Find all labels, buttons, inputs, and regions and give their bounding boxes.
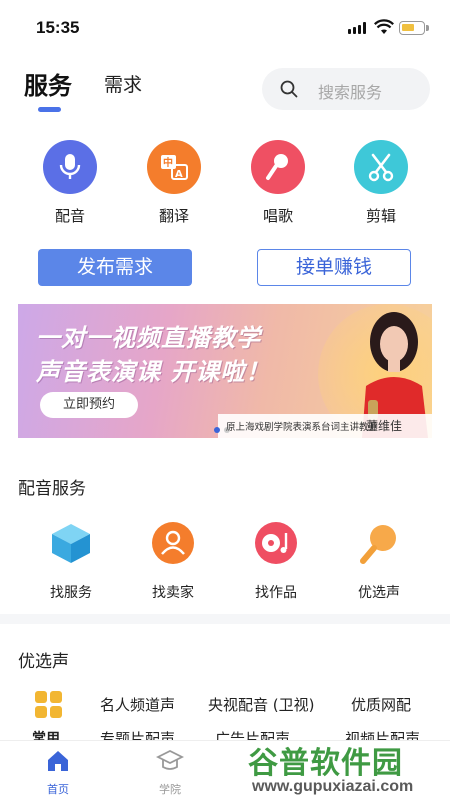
- banner-subheadline: 声音表演课 开课啦！: [36, 358, 271, 386]
- service-label: 找服务: [50, 585, 92, 601]
- banner-caption: 原上海戏剧学院表演系台词主讲教师: [226, 422, 379, 433]
- graduation-cap-icon: [155, 749, 185, 770]
- preferred-voice-title: 优选声: [18, 652, 69, 672]
- category-label: 配音: [54, 207, 85, 225]
- category-label: 唱歌: [262, 207, 293, 225]
- tab-demand[interactable]: 需求: [104, 70, 142, 97]
- service-label: 找作品: [255, 585, 297, 601]
- active-tab-indicator: [38, 107, 61, 112]
- voice-tab-cctv[interactable]: 央视配音 (卫视): [208, 694, 314, 715]
- watermark-url: www.gupuxiazai.com: [252, 778, 414, 795]
- dubbing-services-title: 配音服务: [18, 479, 86, 499]
- service-label: 优选声: [358, 585, 400, 601]
- book-now-button[interactable]: 立即预约: [40, 392, 138, 418]
- find-works-button[interactable]: 找作品: [231, 521, 321, 602]
- mic-icon: [360, 525, 396, 564]
- category-editing[interactable]: 剪辑: [341, 140, 421, 226]
- banner-headline: 一对一视频直播教学: [36, 324, 261, 352]
- home-icon: [48, 751, 68, 771]
- person-icon: [152, 522, 194, 564]
- karaoke-mic-icon: [251, 140, 305, 194]
- search-input[interactable]: 搜索服务: [262, 68, 430, 110]
- voice-tab-documentary[interactable]: 专题片配声: [100, 731, 175, 740]
- grid-icon[interactable]: [35, 691, 63, 719]
- nav-academy[interactable]: 学院: [140, 749, 200, 797]
- watermark-title: 谷普软件园: [248, 746, 403, 781]
- accept-order-button[interactable]: 接单赚钱: [257, 249, 411, 286]
- voice-tab-quality-online[interactable]: 优质网配: [351, 694, 411, 715]
- music-disc-icon: [255, 522, 297, 564]
- scissors-icon: [354, 140, 408, 194]
- category-dubbing[interactable]: 配音: [30, 140, 110, 226]
- section-divider: [0, 614, 450, 624]
- microphone-icon: [43, 140, 97, 194]
- battery-icon: [399, 21, 429, 35]
- status-bar: 15:35: [0, 0, 450, 52]
- category-translate[interactable]: 中 A 翻译: [134, 140, 214, 226]
- find-seller-button[interactable]: 找卖家: [128, 521, 218, 602]
- category-singing[interactable]: 唱歌: [238, 140, 318, 226]
- cellular-signal-icon: [348, 22, 368, 34]
- service-label: 找卖家: [152, 585, 194, 601]
- nav-home[interactable]: 首页: [28, 749, 88, 797]
- search-placeholder: 搜索服务: [318, 83, 383, 102]
- voice-tab-celebrity[interactable]: 名人频道声: [100, 694, 175, 715]
- svg-text:A: A: [175, 169, 183, 180]
- banner-teacher-name: 董维佳: [366, 419, 403, 433]
- nav-label: 首页: [47, 783, 69, 796]
- cube-icon: [52, 524, 90, 563]
- site-watermark: 谷普软件园 www.gupuxiazai.com: [248, 738, 444, 798]
- preferred-voice-button[interactable]: 优选声: [334, 521, 424, 602]
- wifi-icon: [374, 19, 394, 34]
- nav-label: 学院: [159, 783, 181, 796]
- category-label: 剪辑: [365, 207, 396, 225]
- tab-service[interactable]: 服务: [24, 66, 72, 101]
- status-time: 15:35: [36, 18, 80, 37]
- publish-demand-button[interactable]: 发布需求: [38, 249, 192, 286]
- find-service-button[interactable]: 找服务: [26, 521, 116, 602]
- category-label: 翻译: [158, 207, 189, 225]
- search-icon: [280, 80, 298, 98]
- translate-icon: 中 A: [147, 140, 201, 194]
- promo-banner[interactable]: 一对一视频直播教学 声音表演课 开课啦！ 立即预约 原上海戏剧学院表演系台词主讲…: [18, 304, 432, 438]
